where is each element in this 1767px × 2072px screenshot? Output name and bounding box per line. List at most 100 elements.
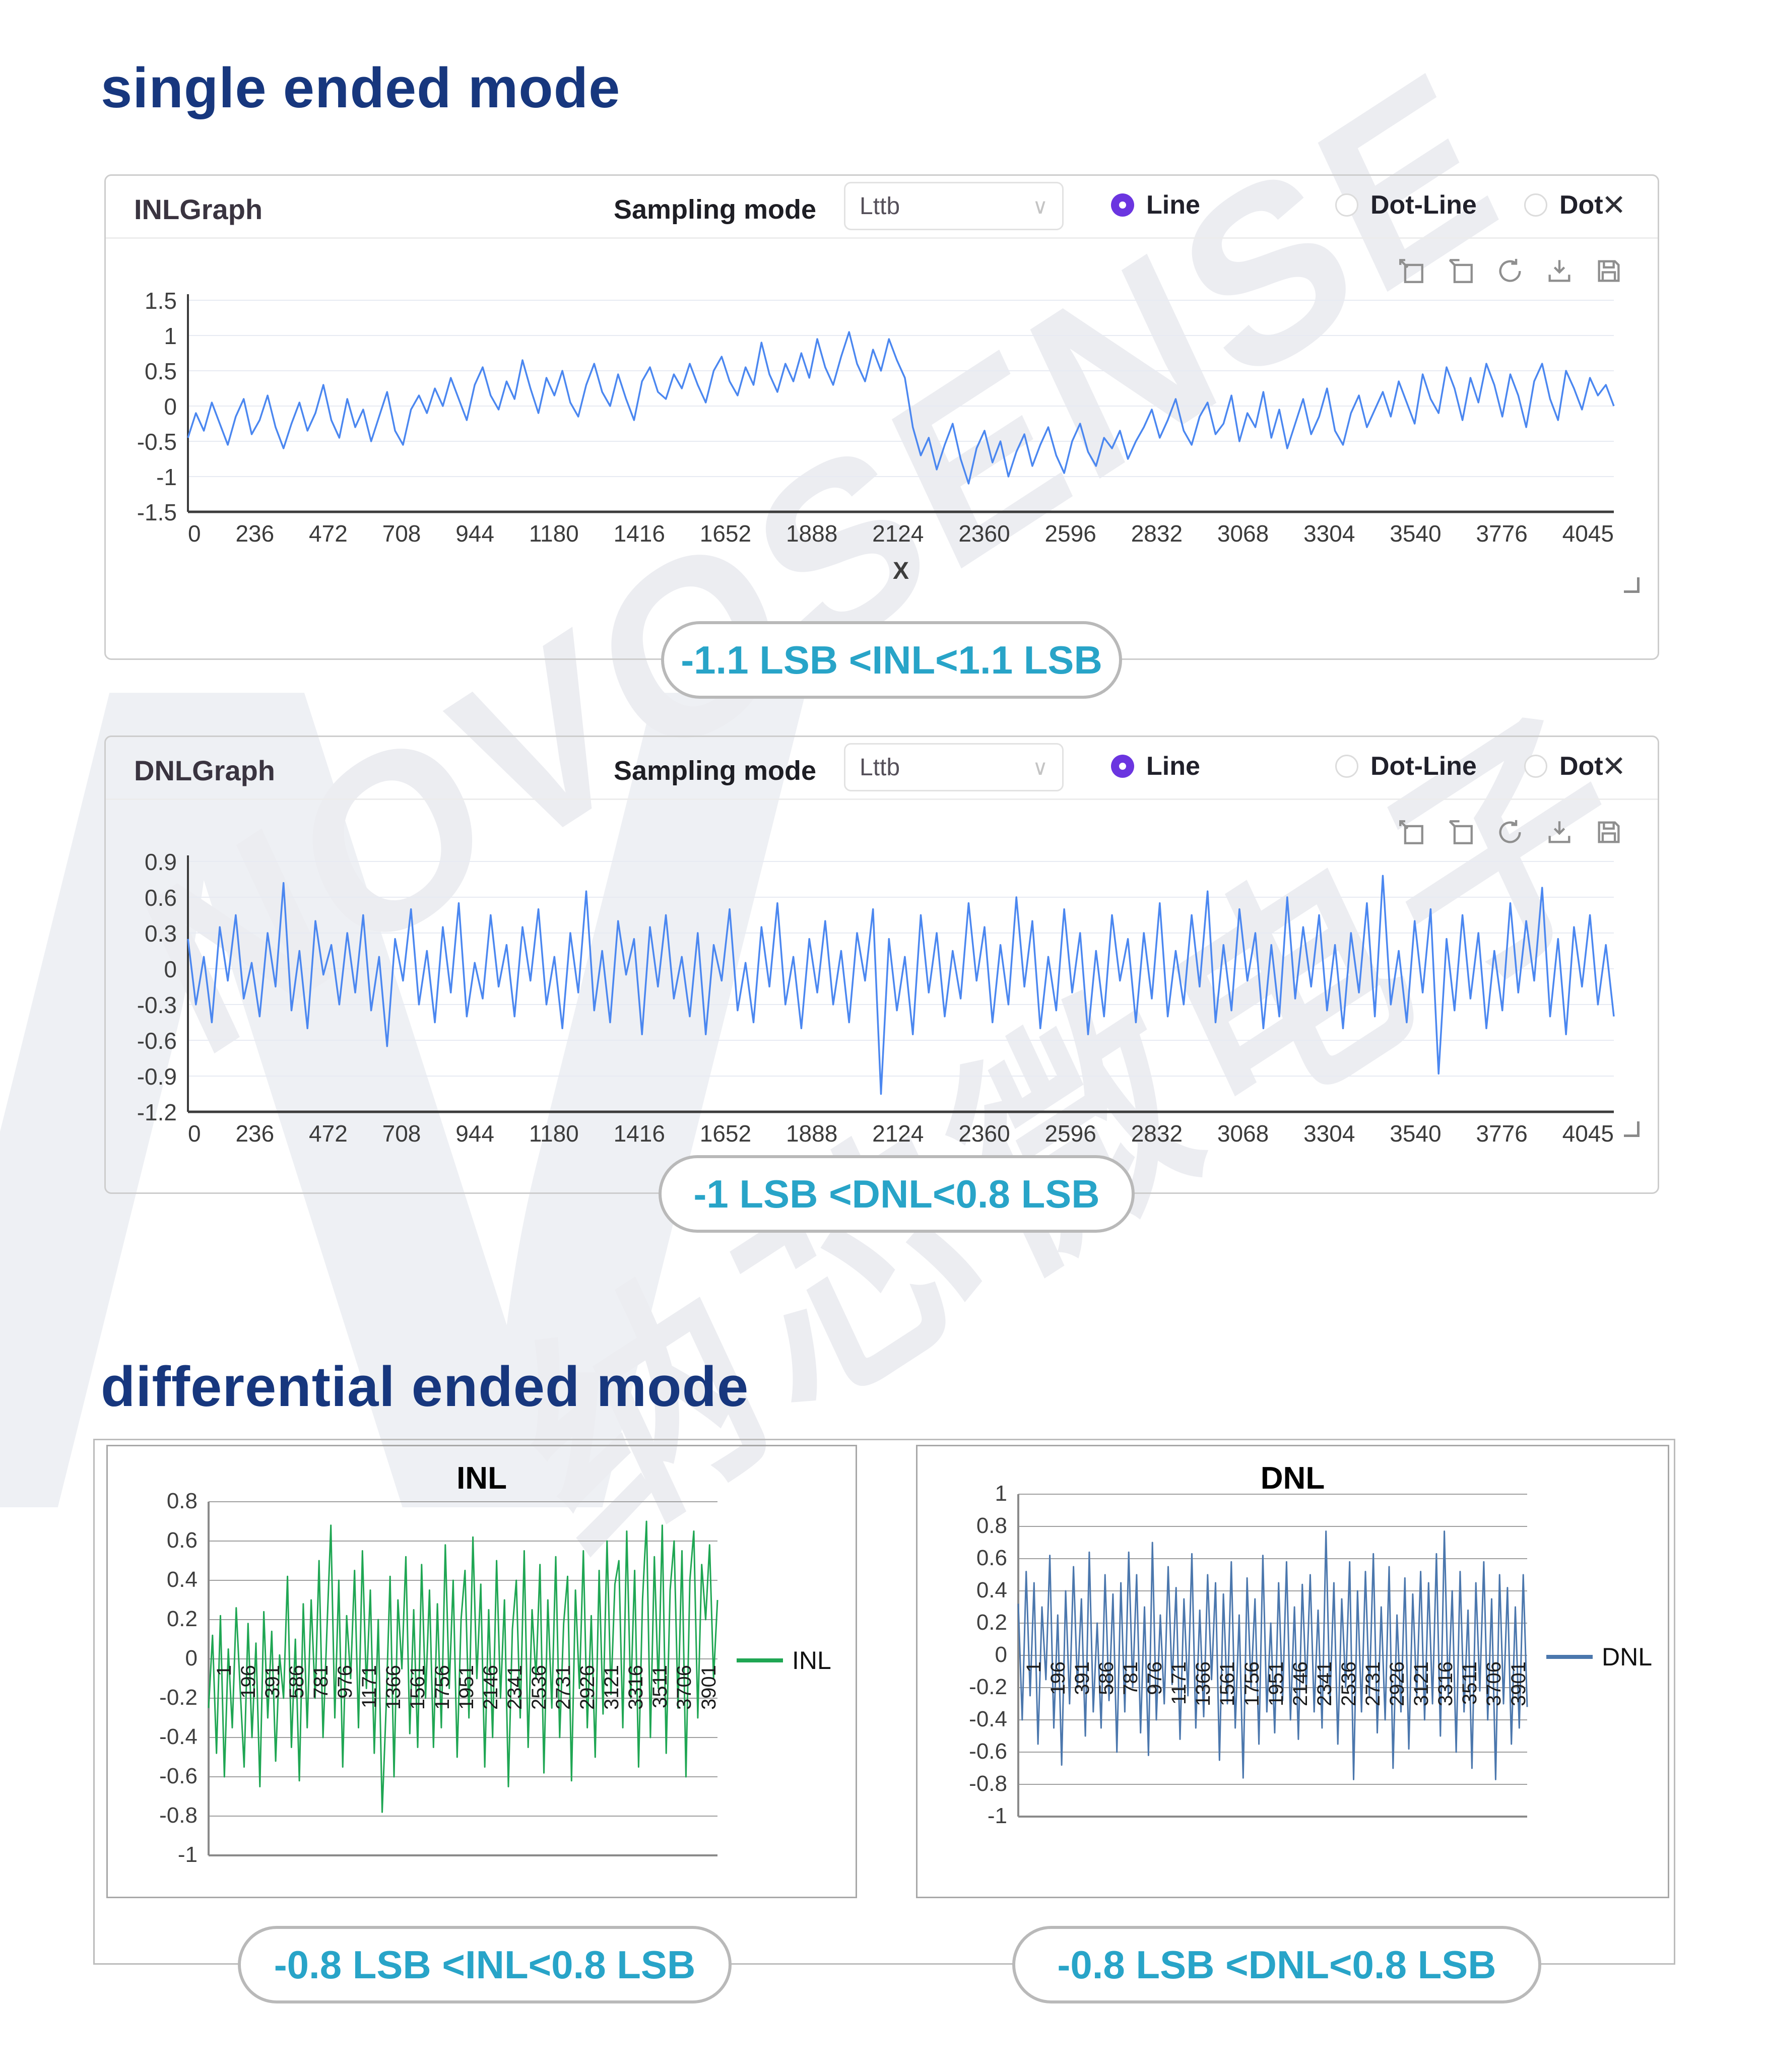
x-axis-tick: 1951 (1265, 1661, 1287, 1706)
excel-chart-inl: INL 0.8 0.6 0.4 0.2 0 -0.2 -0.4 -0.6 -0.8 -1 1 196 3… (106, 1445, 857, 1898)
zoom-reset-icon[interactable] (1446, 818, 1475, 847)
y-axis-tick: 0.8 (166, 1489, 198, 1513)
chart-title: DNL (1260, 1461, 1325, 1496)
radio-selected-icon (1111, 755, 1134, 778)
x-axis-tick: 1171 (358, 1665, 381, 1709)
panel-title: INLGraph (134, 193, 263, 225)
x-axis-tick: 3776 (1476, 1120, 1528, 1147)
inl-plot-area[interactable]: 1.5 1 0.5 0 -0.5 -1 -1.5 0 236 472 708 944 1180 1416 1… (117, 288, 1634, 584)
y-axis-tick: -1 (987, 1803, 1007, 1828)
y-axis-tick: 0 (164, 393, 177, 420)
x-axis-tick: 3540 (1390, 1120, 1442, 1147)
sampling-mode-label: Sampling mode (613, 756, 816, 786)
legend-line-icon (737, 1658, 783, 1662)
x-axis-tick: 4045 (1562, 520, 1614, 547)
x-axis-tick: 3304 (1303, 1120, 1355, 1147)
zoom-in-icon[interactable] (1397, 818, 1426, 847)
x-axis-ticks: 0 236 472 708 944 1180 1416 1652 1888 2124 2360 259… (188, 520, 1614, 547)
x-axis-tick: 708 (382, 1120, 421, 1147)
chart-toolbar (1397, 818, 1623, 847)
y-axis-tick: -0.6 (137, 1028, 177, 1054)
DNL single-ended-svg (187, 855, 1615, 1113)
sampling-mode-value: Lttb (860, 754, 900, 781)
x-axis-tick: 472 (309, 1120, 348, 1147)
radio-unselected-icon (1335, 193, 1358, 217)
x-axis-title: X (892, 558, 909, 584)
inl-limit-caption: -1.1 LSB <INL<1.1 LSB (661, 621, 1122, 699)
x-axis-tick: 391 (261, 1665, 284, 1699)
panel-header: DNLGraph Sampling mode Lttb ∨ Line Dot-L… (106, 737, 1658, 800)
x-axis-tick: 3068 (1217, 1120, 1269, 1147)
sampling-mode-select[interactable]: Lttb ∨ (844, 743, 1064, 791)
radio-unselected-icon (1335, 755, 1358, 778)
dnl-plot-area[interactable]: 0.9 0.6 0.3 0 -0.3 -0.6 -0.9 -1.2 0 236 472 708 944 1… (117, 849, 1634, 1184)
y-axis-tick: 0 (164, 956, 177, 982)
x-axis-tick: 2360 (958, 520, 1010, 547)
legend: INL (737, 1646, 831, 1675)
y-axis-tick: -0.4 (969, 1707, 1007, 1731)
refresh-icon[interactable] (1495, 818, 1525, 847)
download-icon[interactable] (1545, 256, 1574, 286)
x-axis-tick: 3316 (1434, 1661, 1457, 1706)
x-axis-tick: 3121 (601, 1665, 623, 1710)
inl-graph-panel: INLGraph Sampling mode Lttb ∨ Line Dot-L… (104, 174, 1659, 660)
y-axis-tick: -0.8 (969, 1771, 1007, 1796)
radio-dot[interactable]: Dot (1524, 751, 1603, 781)
x-axis-tick: 944 (455, 520, 494, 547)
section-title-differential: differential ended mode (101, 1355, 749, 1418)
x-axis-tick: 1756 (1240, 1661, 1263, 1706)
x-axis-tick: 1180 (529, 1120, 579, 1147)
radio-dot[interactable]: Dot (1524, 190, 1603, 220)
y-axis-tick: -1.2 (137, 1099, 177, 1125)
radio-dot-line[interactable]: Dot-Line (1335, 751, 1477, 781)
x-axis-tick: 2536 (528, 1665, 550, 1710)
x-axis-tick: 3121 (1410, 1661, 1433, 1706)
zoom-in-icon[interactable] (1397, 256, 1426, 286)
x-axis-tick: 976 (334, 1665, 357, 1699)
save-icon[interactable] (1594, 818, 1623, 847)
radio-dot-line[interactable]: Dot-Line (1335, 190, 1477, 220)
download-icon[interactable] (1545, 818, 1574, 847)
x-axis-tick: 1416 (613, 520, 665, 547)
resize-handle-icon[interactable] (1624, 577, 1640, 593)
inl-diff-limit-caption: -0.8 LSB <INL<0.8 LSB (238, 1926, 732, 2003)
x-axis-tick: 1561 (1216, 1661, 1239, 1706)
y-axis-tick: 0 (995, 1642, 1007, 1667)
y-axis-tick: 1 (995, 1481, 1007, 1506)
sampling-mode-select[interactable]: Lttb ∨ (844, 182, 1064, 230)
excel-chart-dnl: DNL 1 0.8 0.6 0.4 0.2 0 -0.2 -0.4 -0.6 -0.8 -1 1 196… (916, 1445, 1669, 1898)
x-axis-tick: 2832 (1131, 1120, 1183, 1147)
x-axis-tick: 1561 (407, 1665, 429, 1710)
x-axis-tick: 2124 (872, 1120, 924, 1147)
y-axis-tick: 0.2 (976, 1610, 1007, 1635)
x-axis-tick: 1888 (786, 520, 838, 547)
y-axis-tick: -0.3 (137, 992, 177, 1018)
x-axis-tick: 1366 (1192, 1661, 1215, 1706)
close-icon[interactable]: ✕ (1596, 188, 1631, 223)
chart-title: INL (456, 1461, 507, 1496)
resize-handle-icon[interactable] (1624, 1121, 1640, 1137)
chart-toolbar (1397, 256, 1623, 286)
x-axis-tick: 2596 (1044, 1120, 1096, 1147)
close-icon[interactable]: ✕ (1596, 749, 1631, 784)
radio-line[interactable]: Line (1111, 190, 1200, 220)
x-axis-tick: 1171 (1168, 1661, 1191, 1705)
y-axis-tick: 0.3 (145, 920, 177, 947)
x-axis-tick: 3316 (625, 1665, 647, 1710)
y-axis-tick: -1 (177, 1842, 198, 1867)
y-axis-tick: 1.5 (145, 288, 177, 314)
radio-line[interactable]: Line (1111, 751, 1200, 781)
y-axis-tick: 1 (164, 323, 177, 349)
y-axis-tick: 0.4 (976, 1578, 1007, 1602)
refresh-icon[interactable] (1495, 256, 1525, 286)
x-axis-tick: 944 (455, 1120, 494, 1147)
zoom-reset-icon[interactable] (1446, 256, 1475, 286)
panel-title: DNLGraph (134, 755, 275, 786)
x-axis-tick: 2926 (1386, 1661, 1409, 1706)
x-axis-tick: 1888 (786, 1120, 838, 1147)
x-axis-tick: 2731 (1361, 1661, 1384, 1706)
x-axis-tick: 3706 (1483, 1661, 1506, 1706)
y-axis-tick: 0.4 (166, 1567, 198, 1592)
y-axis-tick: -0.2 (159, 1685, 198, 1710)
save-icon[interactable] (1594, 256, 1623, 286)
